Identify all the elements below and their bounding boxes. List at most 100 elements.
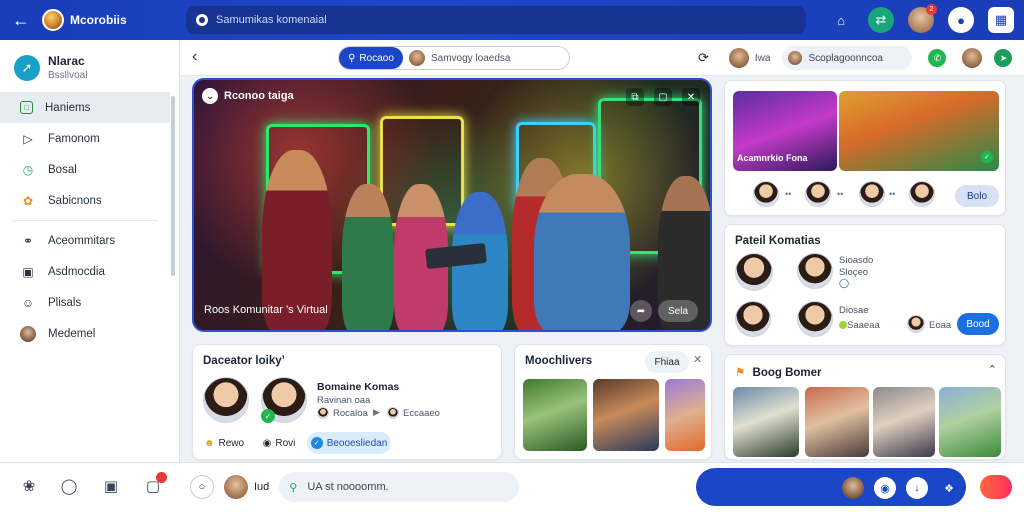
- events-card-title: ⚑ Boog Bomer: [735, 365, 822, 379]
- top-bar: ← Mcorobiis Samumikas komenaial ⌂ ⇄ 2 ● …: [0, 0, 1024, 40]
- more-icon: ••: [889, 189, 896, 199]
- attendee-avatar[interactable]: [805, 181, 831, 207]
- share-icon[interactable]: ➤: [994, 49, 1013, 67]
- sidebar-scrollbar[interactable]: [171, 96, 175, 276]
- attendee-avatar[interactable]: [753, 181, 779, 207]
- mic-icon[interactable]: ○: [190, 475, 214, 499]
- shuffle-icon[interactable]: ⇄: [868, 7, 894, 33]
- sidebar-item-home[interactable]: □ Haniems: [0, 92, 170, 123]
- members-action-button[interactable]: Bood: [957, 313, 999, 335]
- share-action-button[interactable]: ✓ Beooesliedan: [307, 432, 391, 454]
- global-search[interactable]: Samumikas komenaial: [186, 6, 806, 34]
- composer-avatar: [224, 475, 248, 499]
- pill-avatar: [788, 51, 803, 65]
- message-input[interactable]: ⚲ UA st noooomm.: [279, 472, 520, 502]
- sidebar-item-media[interactable]: ▣ Asdmocdia: [0, 256, 170, 287]
- member-avatar[interactable]: [797, 253, 833, 289]
- sidebar-item-people[interactable]: ⚭ Aceommitars: [0, 225, 170, 256]
- member-avatar[interactable]: [735, 301, 771, 337]
- member-avatar[interactable]: [907, 315, 925, 333]
- profile-icon[interactable]: ●: [948, 7, 974, 33]
- comment-button[interactable]: ◉ Rovi: [257, 432, 301, 454]
- chevron-up-icon[interactable]: ⌃: [988, 363, 997, 376]
- refresh-icon[interactable]: ⟳: [698, 50, 709, 66]
- mute-icon[interactable]: ↓: [906, 477, 928, 499]
- member-avatar[interactable]: [797, 301, 833, 337]
- moment-photo[interactable]: [665, 379, 705, 451]
- content-header: ‹ ⚲ Rocaoo Samvogy loaedsa ⟳ Iwa Scoplag…: [180, 40, 1024, 76]
- sidebar-item-member[interactable]: Medemel: [0, 318, 170, 349]
- play-icon[interactable]: ▶: [373, 407, 380, 418]
- view-toggle: ⚲ Rocaoo Samvogy loaedsa: [338, 46, 570, 70]
- featured-banner[interactable]: [839, 91, 999, 171]
- activity-name: Bomaine Komas: [317, 381, 400, 393]
- user-icon: ◯: [839, 278, 850, 288]
- share-icon[interactable]: ➦: [629, 300, 652, 322]
- gear-icon: ✿: [22, 193, 34, 208]
- sidebar-item-label: Asdmocdia: [48, 265, 105, 278]
- user-avatar[interactable]: [728, 48, 749, 68]
- end-call-button[interactable]: [980, 475, 1012, 499]
- member-avatar[interactable]: [735, 253, 773, 291]
- live-video[interactable]: ⌄ Rconoo taiga ⧉ ▢ ✕ Roos Komunitar ’s V…: [192, 78, 712, 332]
- sidebar-item-settings[interactable]: ✿ Sabicnons: [0, 185, 170, 216]
- image-icon: ▣: [22, 264, 34, 279]
- video-action-pill[interactable]: Sela: [657, 300, 698, 322]
- tab-active[interactable]: ⚲ Rocaoo: [339, 47, 403, 69]
- sidebar-item-label: Haniems: [45, 101, 91, 114]
- sidebar-item-polls[interactable]: ☺ Plisals: [0, 287, 170, 318]
- sidebar-item-tags[interactable]: ▷ Famonom: [0, 123, 170, 154]
- whatsapp-icon[interactable]: ✆: [928, 49, 947, 67]
- participant-avatar-icon[interactable]: [842, 477, 864, 499]
- chevron-down-icon[interactable]: ⌄: [202, 88, 218, 104]
- tab-active-label: Rocaoo: [359, 52, 394, 64]
- event-photo[interactable]: [805, 387, 869, 457]
- fullscreen-icon[interactable]: ▢: [654, 88, 672, 106]
- close-icon[interactable]: ✕: [682, 88, 700, 106]
- more-options-icon[interactable]: ❖: [938, 477, 960, 499]
- event-photo[interactable]: [873, 387, 935, 457]
- picture-in-picture-icon[interactable]: ⧉: [626, 88, 644, 106]
- chevron-left-icon[interactable]: ‹: [192, 48, 197, 66]
- emoji-icon: ☻: [203, 437, 215, 449]
- sidebar-item-label: Sabicnons: [48, 194, 102, 207]
- meta-avatar: [387, 407, 399, 419]
- attendee-avatar[interactable]: [859, 181, 885, 207]
- featured-banner[interactable]: Acamnrkio Fona: [733, 91, 837, 171]
- event-photo[interactable]: [939, 387, 1001, 457]
- messages-icon[interactable]: ▢: [142, 472, 167, 497]
- members-card-title: Pateil Komatias: [735, 235, 821, 247]
- back-arrow-icon[interactable]: ←: [10, 9, 32, 31]
- home-icon[interactable]: ⌂: [828, 7, 854, 33]
- tab-secondary-label[interactable]: Samvogy loaedsa: [431, 53, 511, 64]
- host-avatar[interactable]: [962, 48, 983, 68]
- member-avatar[interactable]: [203, 377, 249, 423]
- tag-icon: ▷: [23, 131, 33, 146]
- menu-grid-icon[interactable]: ▦: [988, 7, 1014, 33]
- attendee-avatar[interactable]: [909, 181, 935, 207]
- video-title-text: Rconoo taiga: [224, 90, 294, 102]
- gallery-icon[interactable]: ▣: [100, 475, 122, 497]
- member-status: Saaeaa: [847, 320, 880, 331]
- moments-card-title: Moochlivers: [525, 355, 593, 367]
- video-caption: Roos Komunitar ’s Virtual: [204, 304, 328, 316]
- notifications-avatar[interactable]: 2: [908, 4, 937, 33]
- member-status: Sloçeo: [839, 267, 869, 278]
- moment-photo[interactable]: [523, 379, 587, 451]
- moments-filter-button[interactable]: Fhiaa: [645, 351, 689, 373]
- search-icon: ⚲: [348, 52, 356, 64]
- compass-icon[interactable]: ❀: [18, 475, 40, 497]
- bottom-bar: ❀ ◯ ▣ ▢ ○ Iud ⚲ UA st noooomm. ◉ ↓ ❖: [0, 462, 1024, 512]
- member-pill[interactable]: Scoplagoonncoa: [782, 46, 913, 70]
- reaction-button[interactable]: ☻ Rewo: [201, 432, 247, 454]
- activity-sub: Ravinan oaa: [317, 395, 371, 406]
- moment-photo[interactable]: [593, 379, 659, 451]
- featured-join-button[interactable]: Bolo: [955, 185, 999, 207]
- members-card: Pateil Komatias Sioasdo Sloçeo ◯ Diosae …: [724, 224, 1006, 346]
- tab-avatar: [409, 50, 425, 66]
- chat-bubble-icon[interactable]: ◯: [58, 475, 80, 497]
- close-icon[interactable]: ✕: [693, 353, 702, 366]
- event-photo[interactable]: [733, 387, 799, 457]
- sidebar-item-clock[interactable]: ◷ Bosal: [0, 154, 170, 185]
- screen-share-icon[interactable]: ◉: [874, 477, 896, 499]
